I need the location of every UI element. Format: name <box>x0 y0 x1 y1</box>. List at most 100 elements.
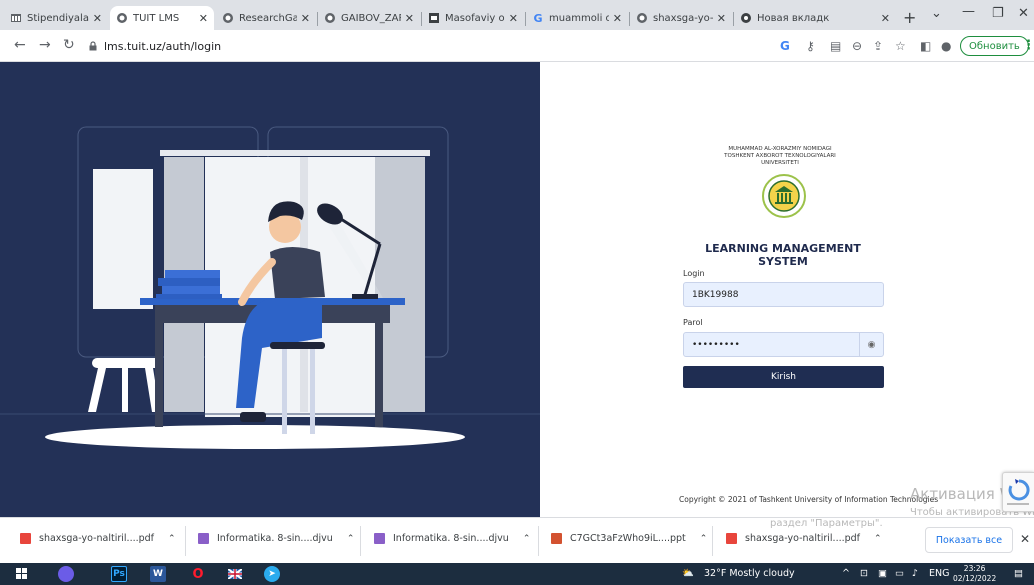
tab-label: Stipendiyalar <box>27 12 89 24</box>
page-title: LEARNING MANAGEMENT SYSTEM <box>705 242 861 268</box>
globe-icon <box>116 12 128 24</box>
new-tab-plus-icon[interactable]: + <box>903 8 916 27</box>
download-item[interactable]: shaxsga-yo-naltiril....pdf ⌃ <box>726 533 882 544</box>
chevron-up-icon[interactable]: ⌃ <box>168 534 176 544</box>
university-name: MUHAMMAD AL-XORAZMIY NOMIDAGI TOSHKENT A… <box>720 146 840 167</box>
back-arrow-icon[interactable]: ← <box>14 37 26 53</box>
windows-taskbar: Ps W O ➤ ⛅ 32°F Mostly cloudy ^ ⊡ ▣ ▭ ♪ … <box>0 563 1034 585</box>
tab-label: TUIT LMS <box>133 12 180 24</box>
university-line: UNIVERSITETI <box>761 160 799 166</box>
language-indicator[interactable]: ENG <box>929 568 949 579</box>
download-item[interactable]: Informatika. 8-sin....djvu ⌃ <box>374 533 530 544</box>
tab-strip: Stipendiyalar ✕ TUIT LMS ✕ ResearchGate … <box>0 0 1034 30</box>
show-all-downloads-button[interactable]: Показать все <box>925 527 1013 553</box>
chevron-up-icon[interactable]: ⌃ <box>874 534 882 544</box>
tab-tuit-lms[interactable]: TUIT LMS ✕ <box>110 6 214 30</box>
tab-muammoli[interactable]: G muammoli o' ✕ <box>526 6 628 30</box>
chevron-up-icon[interactable]: ⌃ <box>700 534 708 544</box>
reload-icon[interactable]: ↻ <box>63 37 75 53</box>
address-bar[interactable]: lms.tuit.uz/auth/login <box>88 34 628 58</box>
login-value: 1BK19988 <box>692 289 739 300</box>
update-button[interactable]: Обновить <box>960 36 1029 56</box>
classroom-icon <box>428 12 440 24</box>
tab-label: muammoli o' <box>549 12 609 24</box>
menu-kebab-icon[interactable]: ⋮ <box>1022 38 1034 53</box>
password-input[interactable]: ••••••••• ◉ <box>683 332 884 357</box>
tab-label: shaxsga-yo-n <box>653 12 713 24</box>
close-tab-icon[interactable]: ✕ <box>613 12 622 25</box>
bookmark-star-icon[interactable]: ☆ <box>895 39 906 53</box>
side-panel-icon[interactable]: ◧ <box>920 39 931 53</box>
tab-shaxsga[interactable]: shaxsga-yo-n ✕ <box>630 6 732 30</box>
windows-activation-subtext-2: раздел "Параметры". <box>770 518 883 529</box>
download-item[interactable]: Informatika. 8-sin....djvu ⌃ <box>198 533 354 544</box>
restore-icon[interactable]: ❐ <box>992 6 1004 21</box>
profile-avatar-icon[interactable]: ● <box>941 39 951 53</box>
screen: Stipendiyalar ✕ TUIT LMS ✕ ResearchGate … <box>0 0 1034 585</box>
close-tab-icon[interactable]: ✕ <box>881 12 890 25</box>
download-filename: Informatika. 8-sin....djvu <box>393 533 509 544</box>
close-tab-icon[interactable]: ✕ <box>717 12 726 25</box>
weather-text[interactable]: 32°F Mostly cloudy <box>704 568 795 579</box>
password-key-icon[interactable]: ⚷ <box>806 39 815 53</box>
tray-app-icon[interactable]: ⊡ <box>860 568 868 579</box>
download-filename: shaxsga-yo-naltiril....pdf <box>39 533 155 544</box>
tab-label: GAIBOV_ZAR <box>341 12 401 24</box>
volume-icon[interactable]: ♪ <box>912 568 918 579</box>
minimize-icon[interactable]: — <box>962 4 975 19</box>
forward-arrow-icon[interactable]: → <box>39 37 51 53</box>
cortana-icon[interactable] <box>58 566 74 582</box>
battery-icon[interactable]: ▭ <box>895 568 904 579</box>
login-input[interactable]: 1BK19988 <box>683 282 884 307</box>
flag-app-icon[interactable] <box>227 566 243 582</box>
download-item[interactable]: C7GCt3aFzWho9iL....ppt ⌃ <box>551 533 707 544</box>
photoshop-icon[interactable]: Ps <box>111 566 127 582</box>
djvu-file-icon <box>374 533 385 544</box>
recaptcha-icon <box>1007 479 1030 505</box>
close-tab-icon[interactable]: ✕ <box>199 12 208 25</box>
copyright-text: Copyright © 2021 of Tashkent University … <box>679 495 939 504</box>
login-panel: MUHAMMAD AL-XORAZMIY NOMIDAGI TOSHKENT A… <box>540 62 1034 518</box>
download-item[interactable]: shaxsga-yo-naltiril....pdf ⌃ <box>20 533 176 544</box>
translate-icon[interactable]: ▤ <box>830 39 841 53</box>
download-filename: shaxsga-yo-naltiril....pdf <box>745 533 861 544</box>
zoom-icon[interactable]: ⊖ <box>852 39 862 53</box>
tab-researchgate[interactable]: ResearchGate ✕ <box>216 6 316 30</box>
close-tab-icon[interactable]: ✕ <box>301 12 310 25</box>
close-downloads-icon[interactable]: ✕ <box>1020 532 1030 546</box>
show-password-eye-icon[interactable]: ◉ <box>859 333 883 356</box>
globe-icon <box>324 12 336 24</box>
pdf-file-icon <box>726 533 737 544</box>
tab-label: Новая вкладк <box>757 12 830 24</box>
telegram-icon[interactable]: ➤ <box>264 566 280 582</box>
system-clock[interactable]: 23:26 02/12/2022 <box>953 564 996 584</box>
windows-start-icon[interactable] <box>14 566 30 582</box>
tab-new-tab[interactable]: Новая вкладк ✕ <box>734 6 896 30</box>
globe-icon <box>636 12 648 24</box>
tab-gaibov[interactable]: GAIBOV_ZAR ✕ <box>318 6 420 30</box>
close-tab-icon[interactable]: ✕ <box>93 12 102 25</box>
word-icon[interactable]: W <box>150 566 166 582</box>
login-submit-button[interactable]: Kirish <box>683 366 884 388</box>
recaptcha-badge[interactable] <box>1002 472 1034 512</box>
notifications-icon[interactable]: ▤ <box>1014 568 1023 579</box>
weather-icon[interactable]: ⛅ <box>682 568 694 579</box>
opera-icon[interactable]: O <box>190 566 206 582</box>
chevron-up-icon[interactable]: ⌃ <box>523 534 531 544</box>
browser-toolbar: ← → ↻ lms.tuit.uz/auth/login G ⚷ ▤ ⊖ ⇪ ☆… <box>0 30 1034 62</box>
close-tab-icon[interactable]: ✕ <box>405 12 414 25</box>
close-window-icon[interactable]: ✕ <box>1018 6 1029 21</box>
tray-chevron-icon[interactable]: ^ <box>842 568 850 579</box>
ppt-file-icon <box>551 533 562 544</box>
chevron-up-icon[interactable]: ⌃ <box>347 534 355 544</box>
share-icon[interactable]: ⇪ <box>873 39 883 53</box>
close-tab-icon[interactable]: ✕ <box>509 12 518 25</box>
clock-time: 23:26 <box>963 564 986 573</box>
tab-stipendiyalar[interactable]: Stipendiyalar ✕ <box>4 6 108 30</box>
tab-search-chevron-icon[interactable]: ⌄ <box>931 6 942 21</box>
pdf-file-icon <box>20 533 31 544</box>
google-icon[interactable]: G <box>780 39 790 53</box>
network-icon[interactable]: ▣ <box>878 568 887 579</box>
tab-masofaviy[interactable]: Masofaviy o'z ✕ <box>422 6 524 30</box>
university-line: MUHAMMAD AL-XORAZMIY NOMIDAGI <box>728 146 832 152</box>
